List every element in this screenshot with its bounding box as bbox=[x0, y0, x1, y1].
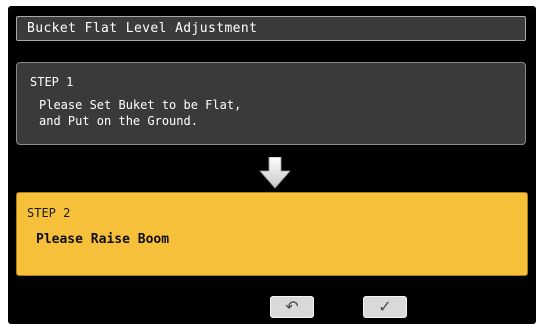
check-icon: ✓ bbox=[378, 297, 392, 316]
arrow-down-icon bbox=[259, 157, 291, 189]
display-screen: Bucket Flat Level Adjustment STEP 1 Plea… bbox=[8, 6, 536, 324]
step-2-instruction: Please Raise Boom bbox=[36, 232, 170, 247]
title-bar: Bucket Flat Level Adjustment bbox=[16, 16, 526, 41]
step-1-panel: STEP 1 Please Set Buket to be Flat, and … bbox=[16, 62, 526, 145]
step-1-instruction-line-1: Please Set Buket to be Flat, bbox=[39, 98, 242, 112]
page-title: Bucket Flat Level Adjustment bbox=[27, 21, 258, 36]
step-1-instruction-line-2: and Put on the Ground. bbox=[39, 114, 198, 128]
step-2-label: STEP 2 bbox=[27, 206, 71, 220]
step-1-label: STEP 1 bbox=[30, 75, 74, 89]
back-icon: ↶ bbox=[285, 297, 299, 316]
step-2-panel: STEP 2 Please Raise Boom bbox=[16, 192, 528, 276]
confirm-button[interactable]: ✓ bbox=[363, 296, 407, 318]
back-button[interactable]: ↶ bbox=[270, 296, 314, 318]
